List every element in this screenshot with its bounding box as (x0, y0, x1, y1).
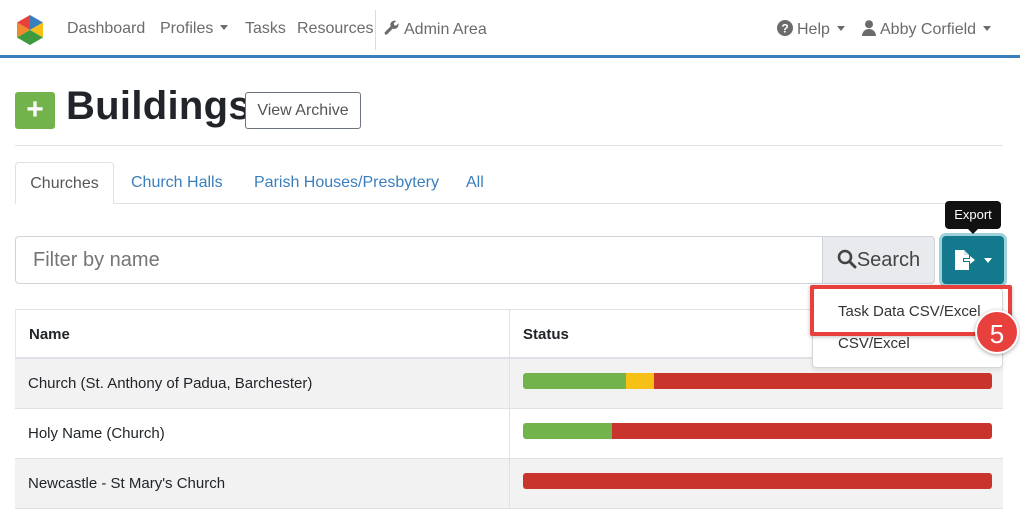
nav-user-name: Abby Corfield (880, 21, 977, 38)
question-circle-icon: ? (777, 20, 793, 36)
page-title: Buildings (66, 84, 251, 128)
nav-help-label: Help (797, 21, 830, 38)
building-name[interactable]: Holy Name (Church) (28, 425, 165, 442)
status-bar (523, 423, 992, 439)
chevron-down-icon (983, 26, 992, 31)
tab-parish-houses[interactable]: Parish Houses/Presbytery (254, 162, 439, 204)
nav-tasks[interactable]: Tasks (245, 20, 286, 38)
status-segment-red (612, 423, 992, 439)
export-tooltip: Export (945, 201, 1001, 234)
filter-by-name-input[interactable] (15, 236, 823, 284)
tab-churches[interactable]: Churches (15, 162, 114, 204)
nav-profiles-label: Profiles (160, 20, 214, 37)
svg-text:?: ? (781, 22, 788, 36)
chevron-down-icon (220, 25, 229, 30)
status-segment-red (523, 473, 992, 489)
add-building-button[interactable]: + (15, 92, 55, 129)
column-header-status[interactable]: Status (523, 326, 569, 343)
status-bar (523, 473, 992, 489)
chevron-down-icon (984, 258, 992, 263)
search-icon (837, 249, 857, 269)
tab-church-halls[interactable]: Church Halls (131, 162, 223, 204)
top-navbar: Dashboard Profiles Tasks Resources Admin… (0, 0, 1020, 58)
column-divider (509, 309, 510, 508)
title-divider (15, 145, 1003, 146)
building-name[interactable]: Church (St. Anthony of Padua, Barchester… (28, 375, 312, 392)
user-icon (862, 20, 876, 36)
nav-resources[interactable]: Resources (297, 20, 373, 38)
nav-divider (375, 10, 376, 50)
file-export-icon (955, 250, 975, 270)
status-segment-red (654, 373, 992, 389)
app-logo-icon[interactable] (15, 14, 45, 46)
wrench-icon (384, 20, 399, 35)
status-segment-green (523, 423, 613, 439)
search-button-label: Search (856, 249, 921, 271)
nav-admin-label: Admin Area (404, 21, 487, 38)
nav-admin-area[interactable]: Admin Area (384, 20, 487, 39)
status-segment-green (523, 373, 627, 389)
nav-help-dropdown[interactable]: ? Help (777, 20, 845, 39)
menu-item-csv-excel[interactable]: CSV/Excel (838, 335, 910, 352)
building-name[interactable]: Newcastle - St Mary's Church (28, 475, 225, 492)
view-archive-button[interactable]: View Archive (245, 92, 361, 129)
nav-user-dropdown[interactable]: Abby Corfield (862, 20, 992, 39)
status-bar (523, 373, 992, 389)
nav-dashboard[interactable]: Dashboard (67, 20, 145, 38)
tab-all[interactable]: All (466, 162, 484, 204)
export-dropdown-button[interactable] (942, 236, 1004, 284)
column-header-name[interactable]: Name (29, 326, 70, 343)
tutorial-step-badge: 5 (975, 310, 1019, 354)
search-button[interactable]: Search (822, 236, 935, 284)
nav-profiles-dropdown[interactable]: Profiles (160, 20, 229, 38)
status-segment-yellow (626, 373, 655, 389)
chevron-down-icon (836, 26, 845, 31)
